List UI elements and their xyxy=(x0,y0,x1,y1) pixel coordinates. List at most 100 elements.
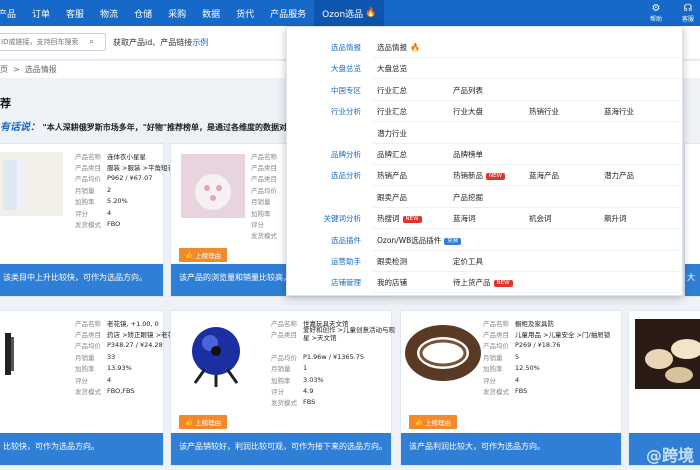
product-category: 爱好和创作 >儿童创意活动与观星 >天文馆 xyxy=(303,326,396,343)
menu-category[interactable]: 选品插件 xyxy=(331,230,361,251)
reason-tag[interactable]: 👍 上榜理由 xyxy=(179,415,228,429)
menu-item[interactable]: 机会词 xyxy=(529,208,552,229)
menu-item[interactable]: 热销新品 NEW xyxy=(453,165,506,186)
menu-item-label: 蓝海产品 xyxy=(529,171,559,181)
menu-item[interactable]: 跟卖检测 xyxy=(377,251,407,272)
nav-item-logistics[interactable]: 物流 xyxy=(92,0,126,26)
menu-item[interactable]: 跟卖产品 xyxy=(377,187,407,208)
menu-item[interactable]: Ozon/WB选品插件 免费 xyxy=(377,230,462,251)
menu-row: 运营助手 跟卖检测 定价工具 xyxy=(287,251,684,272)
menu-item[interactable]: 热销行业 xyxy=(529,101,559,122)
product-card[interactable]: 产品名称 连体衣小星星 产品类目 服装 >服装 >平角短衣 产品均价 P962 / ¥… xyxy=(0,143,174,297)
product-ship: FBS xyxy=(515,387,528,396)
reason-band: 该类目中上升比较快，可作为选品方向。 xyxy=(0,264,163,296)
nav-item-purchase[interactable]: 采购 xyxy=(160,0,194,26)
nav-item-data[interactable]: 数据 xyxy=(194,0,228,26)
menu-item[interactable]: 产品挖掘 xyxy=(453,187,483,208)
menu-item[interactable]: 品牌汇总 xyxy=(377,144,407,165)
product-card[interactable]: 产品名称 橱柜及家具防 产品类目 儿童用品 >儿童安全 >门/抽屉锁 产品均价 P26… xyxy=(400,310,622,466)
menu-item[interactable]: 飙升词 xyxy=(604,208,627,229)
reason-band: 大 xyxy=(685,264,700,296)
reason-tag[interactable]: 👍 上榜理由 xyxy=(409,415,458,429)
product-growth: 13.93% xyxy=(107,364,132,373)
free-badge: 免费 xyxy=(444,237,462,245)
product-image[interactable] xyxy=(181,319,251,389)
product-image[interactable] xyxy=(0,152,63,216)
menu-category[interactable]: 选品情报 xyxy=(331,37,361,58)
help-label: 帮助 xyxy=(649,15,662,23)
menu-item[interactable]: 我的店铺 xyxy=(377,272,407,293)
menu-item[interactable]: 选品情报 🔥 xyxy=(377,37,420,58)
search-input[interactable] xyxy=(0,38,89,46)
menu-category[interactable]: 中国专区 xyxy=(331,80,361,101)
menu-category[interactable]: 运营助手 xyxy=(331,251,361,272)
menu-category[interactable]: 关键词分析 xyxy=(324,208,362,229)
product-card[interactable]: 产品名称 世嘉玩具天文馆 产品类目 爱好和创作 >儿童创意活动与观星 >天文馆 产品… xyxy=(170,310,396,466)
product-price: P348.27 / ¥24.28 xyxy=(107,341,163,350)
menu-item-label: 热销行业 xyxy=(529,107,559,117)
nav-item-products[interactable]: 产品 xyxy=(0,0,24,26)
menu-item[interactable]: 热搜词 NEW xyxy=(377,208,422,229)
menu-row: 选品情报 选品情报 🔥 xyxy=(287,37,684,58)
nav-item-freight[interactable]: 货代 xyxy=(228,0,262,26)
search-icon[interactable]: ⌕ xyxy=(89,37,103,47)
menu-category[interactable]: 店铺管理 xyxy=(331,272,361,293)
menu-item[interactable]: 蓝海产品 xyxy=(529,165,559,186)
menu-item[interactable]: 蓝海行业 xyxy=(604,101,634,122)
product-rating: 4 xyxy=(515,375,520,384)
menu-item[interactable]: 潜力行业 xyxy=(377,123,407,144)
product-image[interactable] xyxy=(0,319,63,383)
menu-category[interactable]: 大盘总览 xyxy=(331,58,361,79)
nav-right-tools: ⚙ 帮助 ☊ 客服 xyxy=(636,0,700,26)
reason-tag[interactable]: 👍 上榜理由 xyxy=(179,248,228,262)
product-card[interactable]: 产品名称 老花镜, +1.00, 0 产品类目 药店 >矫正眼镜 >老花镜 产品均价… xyxy=(0,310,181,466)
product-info: 产品名称 老花镜, +1.00, 0 产品类目 药店 >矫正眼镜 >老花镜 产品均价… xyxy=(75,319,181,397)
product-price: P962 / ¥67.07 xyxy=(107,174,153,183)
menu-item[interactable]: 蓝海词 xyxy=(453,208,476,229)
nav-item-customer-service[interactable]: 客服 xyxy=(58,0,92,26)
product-growth: 3.03% xyxy=(303,375,324,384)
menu-item-label: 产品列表 xyxy=(453,85,483,95)
menu-item-label: 热销产品 xyxy=(377,171,407,181)
nav-item-product-service[interactable]: 产品服务 xyxy=(262,0,314,26)
breadcrumb-home[interactable]: 页 xyxy=(0,64,8,75)
menu-item-label: 品牌汇总 xyxy=(377,150,407,159)
example-link[interactable]: 示例 xyxy=(192,38,208,47)
nav-item-orders[interactable]: 订单 xyxy=(24,0,58,26)
menu-item-label: 跟卖产品 xyxy=(377,192,407,202)
menu-item-label: 机会词 xyxy=(529,214,552,224)
nav-item-warehouse[interactable]: 仓储 xyxy=(126,0,160,26)
menu-item-label: 定价工具 xyxy=(453,257,483,266)
menu-item[interactable]: 品牌榜单 xyxy=(453,144,483,165)
menu-category[interactable]: 品牌分析 xyxy=(331,144,361,165)
menu-item[interactable]: 热销产品 xyxy=(377,165,407,186)
menu-item[interactable]: 行业汇总 xyxy=(377,101,407,122)
help-button[interactable]: ⚙ 帮助 xyxy=(644,0,668,26)
product-image[interactable] xyxy=(181,154,245,218)
menu-item-label: 大盘总览 xyxy=(377,64,407,74)
product-image[interactable] xyxy=(635,319,700,389)
menu-item[interactable]: 待上货产品 NEW xyxy=(453,272,513,293)
menu-item[interactable]: 行业大盘 xyxy=(453,101,483,122)
menu-item-label: 跟卖检测 xyxy=(377,257,407,266)
breadcrumb-sep: > xyxy=(13,65,20,74)
menu-item[interactable]: 大盘总览 xyxy=(377,58,407,79)
menu-row: 关键词分析 热搜词 NEW 蓝海词 机会词 飙升词 xyxy=(287,208,684,230)
menu-item[interactable]: 行业汇总 xyxy=(377,80,407,101)
menu-row: 中国专区 行业汇总 产品列表 xyxy=(287,80,684,101)
menu-row: 大盘总览 大盘总览 xyxy=(287,58,684,80)
menu-category[interactable]: 选品分析 xyxy=(331,165,361,186)
section-slogan: 有话说： "本人深耕俄罗斯市场多年，"好物"推荐榜单，是通过各维度的数据对 xyxy=(0,118,287,133)
menu-category[interactable]: 行业分析 xyxy=(331,101,361,122)
product-name: 老花镜, +1.00, 0 xyxy=(107,319,159,328)
menu-item[interactable]: 潜力产品 xyxy=(604,165,634,186)
service-label: 客服 xyxy=(681,15,694,23)
menu-item[interactable]: 定价工具 xyxy=(453,251,483,272)
nav-item-ozon-selection[interactable]: Ozon选品 🔥 xyxy=(314,0,385,26)
product-image[interactable] xyxy=(405,321,481,385)
product-card[interactable]: 大 xyxy=(684,143,700,297)
service-button[interactable]: ☊ 客服 xyxy=(676,0,700,26)
product-name: 连体衣小星星 xyxy=(107,152,146,161)
menu-item[interactable]: 产品列表 xyxy=(453,80,483,101)
menu-item-label: 行业汇总 xyxy=(377,107,407,117)
